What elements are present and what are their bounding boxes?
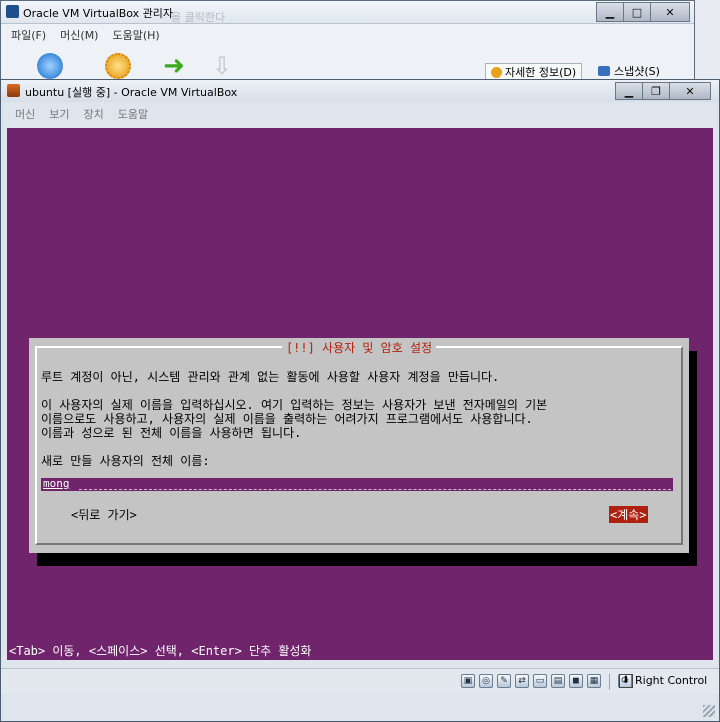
dialog-title-wrap: [!!] 사용자 및 암호 설정 bbox=[37, 339, 681, 356]
guest-screen[interactable]: [!!] 사용자 및 암호 설정 루트 계정이 아닌, 시스템 관리와 관계 없… bbox=[7, 128, 713, 660]
menu-devices[interactable]: 장치 bbox=[84, 106, 104, 122]
vm-title: ubuntu [실행 중] - Oracle VM VirtualBox bbox=[25, 86, 238, 99]
display-icon[interactable]: ▤ bbox=[551, 674, 565, 688]
menu-machine[interactable]: 머신(M) bbox=[60, 27, 98, 43]
vm-menubar: 머신 보기 장치 도움말 bbox=[1, 104, 719, 124]
video-capture-icon[interactable]: ◼ bbox=[569, 674, 583, 688]
full-name-prompt: 새로 만들 사용자의 전체 이름: bbox=[41, 454, 210, 468]
installer-dialog: [!!] 사용자 및 암호 설정 루트 계정이 아닌, 시스템 관리와 관계 없… bbox=[29, 338, 689, 553]
network-icon[interactable]: ▭ bbox=[533, 674, 547, 688]
manager-window-controls: ▁ □ ✕ bbox=[596, 2, 690, 22]
usb-icon[interactable]: ✎ bbox=[497, 674, 511, 688]
camera-icon bbox=[598, 66, 610, 76]
virtualbox-icon bbox=[6, 5, 19, 18]
status-separator bbox=[609, 674, 610, 690]
manager-menubar: 파일(F) 머신(M) 도움말(H) bbox=[1, 25, 694, 45]
menu-help[interactable]: 도움말(H) bbox=[112, 27, 159, 43]
hard-disk-icon[interactable]: ▣ bbox=[461, 674, 475, 688]
full-name-input[interactable]: mong bbox=[41, 477, 673, 491]
optical-drive-icon[interactable]: ◎ bbox=[479, 674, 493, 688]
menu-view[interactable]: 보기 bbox=[49, 106, 69, 122]
manager-titlebar[interactable]: Oracle VM VirtualBox 관리자 을 클릭한다 ▁ □ ✕ bbox=[1, 1, 694, 24]
discard-arrow-icon[interactable]: ⇩ bbox=[209, 53, 235, 79]
close-icon[interactable]: ✕ bbox=[669, 82, 711, 100]
snapshots-button[interactable]: 스냅샷(S) bbox=[598, 63, 660, 79]
new-vm-icon[interactable] bbox=[37, 53, 63, 79]
settings-icon[interactable] bbox=[105, 53, 131, 79]
dialog-title: [!!] 사용자 및 암호 설정 bbox=[281, 341, 437, 355]
menu-help[interactable]: 도움말 bbox=[118, 106, 148, 122]
go-back-button[interactable]: <뒤로 가기> bbox=[71, 506, 137, 523]
input-underline bbox=[79, 489, 671, 490]
minimize-icon[interactable]: ▁ bbox=[596, 2, 624, 22]
restore-icon[interactable]: ❐ bbox=[642, 82, 670, 100]
vm-window-controls: ▁ ❐ ✕ bbox=[615, 82, 711, 100]
gear-icon bbox=[491, 66, 502, 78]
manager-toolbar: ➜ ⇩ bbox=[1, 47, 694, 83]
virtualization-icon[interactable]: ▦ bbox=[587, 674, 601, 688]
dialog-text-line4: 이름과 성으로 된 전체 이름을 사용하면 됩니다. bbox=[41, 426, 302, 440]
vm-window: ubuntu [실행 중] - Oracle VM VirtualBox ▁ ❐… bbox=[0, 79, 720, 722]
details-label: 자세한 정보(D) bbox=[505, 66, 577, 79]
ubuntu-vm-icon bbox=[7, 84, 20, 97]
status-icons: ▣ ◎ ✎ ⇄ ▭ ▤ ◼ ▦ ⟳ bbox=[461, 674, 632, 690]
keyboard-hint: <Tab> 이동, <스페이스> 선택, <Enter> 단추 활성화 bbox=[9, 644, 312, 658]
resize-grip[interactable] bbox=[703, 705, 715, 717]
dialog-text-line1: 루트 계정이 아닌, 시스템 관리와 관계 없는 활동에 사용할 사용자 계정을… bbox=[41, 370, 500, 384]
minimize-icon[interactable]: ▁ bbox=[615, 82, 643, 100]
shared-folder-icon[interactable]: ⇄ bbox=[515, 674, 529, 688]
continue-button[interactable]: <계속> bbox=[609, 506, 648, 523]
menu-machine[interactable]: 머신 bbox=[15, 106, 35, 122]
maximize-icon[interactable]: □ bbox=[623, 2, 651, 22]
vm-titlebar[interactable]: ubuntu [실행 중] - Oracle VM VirtualBox ▁ ❐… bbox=[1, 80, 719, 102]
full-name-value: mong bbox=[43, 477, 70, 490]
vm-statusbar: ▣ ◎ ✎ ⇄ ▭ ▤ ◼ ▦ ⟳ ⬇ Right Control bbox=[1, 668, 719, 693]
menu-file[interactable]: 파일(F) bbox=[11, 27, 46, 43]
background-hint-text: 을 클릭한다 bbox=[171, 11, 226, 24]
manager-title: Oracle VM VirtualBox 관리자 bbox=[23, 7, 174, 20]
host-key-label: Right Control bbox=[635, 674, 708, 687]
start-arrow-icon[interactable]: ➜ bbox=[161, 53, 187, 79]
snapshots-label: 스냅샷(S) bbox=[614, 65, 660, 78]
close-icon[interactable]: ✕ bbox=[650, 2, 690, 22]
host-key-arrow-icon: ⬇ bbox=[619, 674, 633, 688]
